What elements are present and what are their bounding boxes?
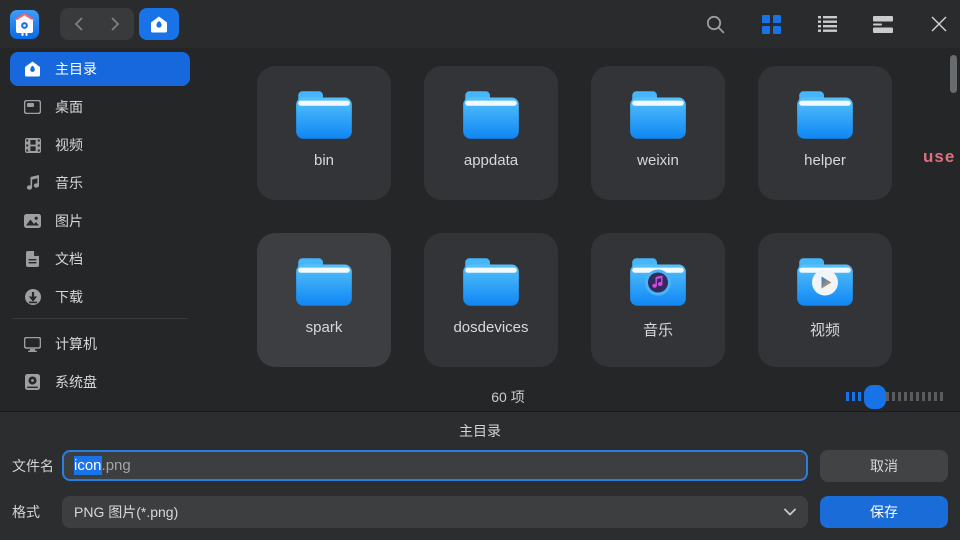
sidebar-item-label: 桌面 [55,97,83,117]
download-icon [24,289,41,306]
sidebar-item-desktop[interactable]: 桌面 [10,90,190,124]
file-grid: bin appdata weixin helper spark dosdevic… [200,48,960,382]
current-location-label: 主目录 [0,412,960,441]
folder-tile[interactable]: dosdevices [424,233,558,367]
folder-icon [458,86,524,144]
filename-input[interactable]: icon.png [62,450,808,481]
save-dialog-footer: 主目录 文件名 icon.png 取消 格式 PNG 图片(*.png) 保存 [0,412,960,540]
filename-label: 文件名 [12,450,54,482]
format-label: 格式 [12,496,40,528]
folder-tile[interactable]: helper [758,66,892,200]
sidebar-item-music[interactable]: 音乐 [10,166,190,200]
item-count: 60 项 [491,387,524,407]
icon-size-slider[interactable] [846,385,946,409]
home-button[interactable] [139,8,179,40]
folder-tile[interactable]: 音乐 [591,233,725,367]
sidebar-item-label: 视频 [55,135,83,155]
sidebar-item-documents[interactable]: 文档 [10,242,190,276]
folder-name: spark [306,319,343,336]
folder-tile[interactable]: 视频 [758,233,892,367]
folder-icon [625,86,691,144]
detail-view-icon[interactable] [872,13,894,35]
filename-extension-text: .png [102,457,131,474]
sidebar-item-label: 图片 [55,211,83,231]
music-badge-icon [644,269,672,302]
folder-name: 视频 [810,319,840,340]
folder-tile[interactable]: appdata [424,66,558,200]
back-button[interactable] [60,8,97,40]
scrollbar-thumb[interactable] [950,55,957,93]
desktop-icon [24,99,41,116]
overlay-red-text: use [923,147,960,167]
sidebar-item-label: 文档 [55,249,83,269]
folder-name: bin [314,152,334,169]
folder-tile[interactable]: bin [257,66,391,200]
folder-name: 音乐 [643,319,673,340]
folder-icon [792,86,858,144]
sidebar-item-label: 计算机 [55,334,97,354]
sidebar-item-computer[interactable]: 计算机 [10,327,190,361]
sidebar-item-label: 下载 [55,287,83,307]
search-icon[interactable] [704,13,726,35]
slider-ticks-inactive [886,392,946,401]
folder-tile[interactable]: spark [257,233,391,367]
list-view-icon[interactable] [816,13,838,35]
app-logo-icon [10,10,39,39]
titlebar [0,0,960,48]
format-dropdown[interactable]: PNG 图片(*.png) [62,496,808,528]
sidebar: 主目录 桌面 视频 音乐 图片 文档 下载 计算机 系统盘 157.9 GB 卷 [0,48,200,412]
home-icon [24,61,41,78]
music-note-icon [24,175,41,192]
folder-icon [458,253,524,311]
chevron-down-icon [784,508,796,516]
video-badge-icon [811,269,839,302]
sidebar-item-home[interactable]: 主目录 [10,52,190,86]
save-button[interactable]: 保存 [820,496,948,528]
sidebar-divider [12,318,188,319]
sidebar-item-downloads[interactable]: 下载 [10,280,190,314]
folder-name: dosdevices [453,319,528,336]
slider-thumb[interactable] [864,385,886,409]
grid-view-icon[interactable] [760,13,782,35]
nav-history-group [60,8,134,40]
slider-ticks-active [846,392,864,401]
music-folder-icon [625,253,691,311]
document-icon [24,251,41,268]
folder-name: appdata [464,152,518,169]
filename-selected-text: icon [74,456,102,475]
sidebar-item-videos[interactable]: 视频 [10,128,190,162]
video-folder-icon [792,253,858,311]
folder-tile[interactable]: weixin [591,66,725,200]
folder-icon [291,253,357,311]
sidebar-item-label: 音乐 [55,173,83,193]
film-icon [24,137,41,154]
home-icon [150,16,168,33]
sidebar-item-label: 主目录 [55,59,97,79]
image-icon [24,213,41,230]
close-icon[interactable] [928,13,950,35]
sidebar-item-pictures[interactable]: 图片 [10,204,190,238]
folder-name: helper [804,152,846,169]
folder-icon [291,86,357,144]
forward-button[interactable] [97,8,134,40]
cancel-button[interactable]: 取消 [820,450,948,482]
titlebar-actions [704,8,950,40]
format-value: PNG 图片(*.png) [74,502,178,522]
status-bar: 60 项 [0,382,960,412]
folder-name: weixin [637,152,679,169]
computer-icon [24,336,41,353]
